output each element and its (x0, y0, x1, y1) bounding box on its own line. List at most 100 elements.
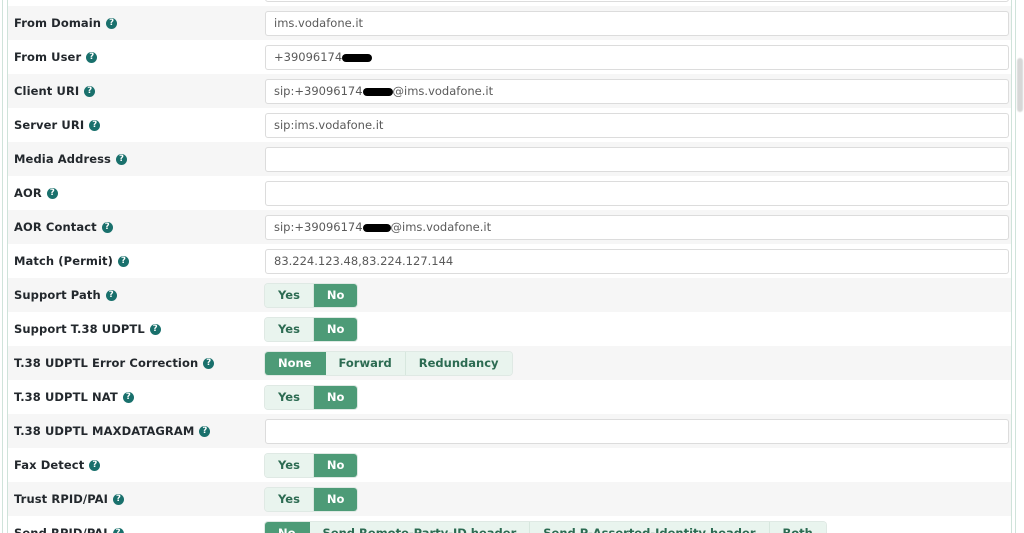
redaction-mark (362, 224, 391, 232)
field-label-t-38-udptl-maxdatagram: T.38 UDPTL MAXDATAGRAM? (8, 424, 265, 438)
field-label-server-uri: Server URI? (8, 118, 265, 132)
input-value-prefix: sip:+39096174 (274, 84, 363, 98)
field-control-fax-detect: Yes No (265, 453, 1011, 477)
form-row-from-user: From User? +39096174 (8, 40, 1011, 74)
field-label-t-38-udptl-nat: T.38 UDPTL NAT? (8, 390, 265, 404)
text-input-blank[interactable] (265, 0, 1009, 2)
field-control-t-38-udptl-error-correction: None Forward Redundancy (265, 351, 1011, 375)
option-yes-fax-detect[interactable]: Yes (265, 453, 314, 477)
vertical-scrollbar[interactable] (1016, 0, 1024, 533)
field-label-text: From Domain (14, 16, 102, 30)
field-label-text: Trust RPID/PAI (14, 492, 109, 506)
field-label-aor: AOR? (8, 186, 265, 200)
text-input-aor-contact[interactable]: sip:+39096174 @ims.vodafone.it (265, 214, 1009, 240)
field-control-t-38-udptl-nat: Yes No (265, 385, 1011, 409)
form-row-send-rpid-pai: Send RPID/PAI? No Send Remote-Party-ID hea… (8, 516, 1011, 533)
option-yes-support-path[interactable]: Yes (265, 283, 314, 307)
option-no-trust-rpid-pai[interactable]: No (313, 487, 358, 511)
input-value-suffix: @ims.vodafone.it (392, 84, 494, 98)
field-label-from-domain: From Domain? (8, 16, 265, 30)
text-input-from-domain[interactable]: ims.vodafone.it (265, 10, 1009, 36)
help-icon[interactable]: ? (199, 425, 211, 437)
help-icon[interactable]: ? (117, 255, 129, 267)
help-icon[interactable]: ? (106, 17, 118, 29)
scrollbar-thumb[interactable] (1017, 58, 1023, 112)
input-value-suffix: @ims.vodafone.it (390, 220, 492, 234)
form-row-t-38-udptl-error-correction: T.38 UDPTL Error Correction? None Forward R… (8, 346, 1011, 380)
field-control-aor (265, 180, 1011, 206)
field-control-support-path: Yes No (265, 283, 1011, 307)
text-input-media-address[interactable] (265, 146, 1009, 172)
option-both-send-rpid-pai[interactable]: Both (769, 521, 826, 533)
button-group-fax-detect: Yes No (265, 453, 358, 477)
text-input-t-38-udptl-maxdatagram[interactable] (265, 418, 1009, 444)
field-control-match-permit: 83.224.123.48,83.224.127.144 (265, 248, 1011, 274)
field-label-t-38-udptl-error-correction: T.38 UDPTL Error Correction? (8, 356, 265, 370)
help-icon[interactable]: ? (105, 289, 117, 301)
option-send-p-asserted-identity-header-send-rpid-pai[interactable]: Send P-Asserted-Identity header (530, 521, 770, 533)
input-value: 83.224.123.48,83.224.127.144 (274, 254, 454, 268)
help-icon[interactable]: ? (84, 85, 96, 97)
option-yes-support-t-38-udptl[interactable]: Yes (265, 317, 314, 341)
form-row-aor-contact: AOR Contact? sip:+39096174 @ims.vodafone.i… (8, 210, 1011, 244)
help-icon[interactable]: ? (113, 493, 125, 505)
help-icon[interactable]: ? (89, 119, 101, 131)
form-row-support-path: Support Path? Yes No (8, 278, 1011, 312)
option-no-fax-detect[interactable]: No (313, 453, 358, 477)
option-forward-t-38-udptl-error-correction[interactable]: Forward (325, 351, 406, 375)
help-icon[interactable]: ? (122, 391, 134, 403)
help-icon[interactable]: ? (116, 153, 128, 165)
help-icon[interactable]: ? (89, 459, 101, 471)
right-frame-rule-inner (1011, 0, 1012, 533)
field-control-from-domain: ims.vodafone.it (265, 10, 1011, 36)
text-input-aor[interactable] (265, 180, 1009, 206)
help-icon[interactable]: ? (203, 357, 215, 369)
field-control-from-user: +39096174 (265, 44, 1011, 70)
option-no-t-38-udptl-nat[interactable]: No (313, 385, 358, 409)
help-icon[interactable]: ? (101, 221, 113, 233)
field-label-text: Media Address (14, 152, 112, 166)
field-label-support-path: Support Path? (8, 288, 265, 302)
help-icon[interactable]: ? (46, 187, 58, 199)
field-label-text: Match (Permit) (14, 254, 113, 268)
input-value: ims.vodafone.it (274, 16, 364, 30)
settings-form-panel: From Domain? ims.vodafone.it From User? +39… (8, 0, 1011, 533)
field-control-support-t-38-udptl: Yes No (265, 317, 1011, 341)
field-control-send-rpid-pai: No Send Remote-Party-ID header Send P-Asse… (265, 521, 1011, 533)
form-row-fax-detect: Fax Detect? Yes No (8, 448, 1011, 482)
text-input-server-uri[interactable]: sip:ims.vodafone.it (265, 112, 1009, 138)
option-redundancy-t-38-udptl-error-correction[interactable]: Redundancy (405, 351, 512, 375)
option-no-support-t-38-udptl[interactable]: No (313, 317, 358, 341)
form-row-media-address: Media Address? (8, 142, 1011, 176)
field-label-match-permit: Match (Permit)? (8, 254, 265, 268)
left-frame-rule-outer (2, 0, 3, 533)
text-input-match-permit[interactable]: 83.224.123.48,83.224.127.144 (265, 248, 1009, 274)
option-yes-t-38-udptl-nat[interactable]: Yes (265, 385, 314, 409)
help-icon[interactable]: ? (86, 51, 98, 63)
option-no-send-rpid-pai[interactable]: No (265, 521, 310, 533)
field-label-text: T.38 UDPTL MAXDATAGRAM (14, 424, 195, 438)
field-label-text: AOR (14, 186, 42, 200)
field-label-text: Client URI (14, 84, 80, 98)
text-input-client-uri[interactable]: sip:+39096174 @ims.vodafone.it (265, 78, 1009, 104)
field-control-aor-contact: sip:+39096174 @ims.vodafone.it (265, 214, 1011, 240)
text-input-from-user[interactable]: +39096174 (265, 44, 1009, 70)
field-control-media-address (265, 146, 1011, 172)
field-label-send-rpid-pai: Send RPID/PAI? (8, 526, 265, 533)
field-label-from-user: From User? (8, 50, 265, 64)
field-control-t-38-udptl-maxdatagram (265, 418, 1011, 444)
option-none-t-38-udptl-error-correction[interactable]: None (265, 351, 326, 375)
option-send-remote-party-id-header-send-rpid-pai[interactable]: Send Remote-Party-ID header (309, 521, 531, 533)
field-label-media-address: Media Address? (8, 152, 265, 166)
button-group-support-path: Yes No (265, 283, 358, 307)
field-label-text: Fax Detect (14, 458, 85, 472)
help-icon[interactable]: ? (112, 527, 124, 533)
field-label-text: T.38 UDPTL NAT (14, 390, 118, 404)
option-yes-trust-rpid-pai[interactable]: Yes (265, 487, 314, 511)
form-row-t-38-udptl-maxdatagram: T.38 UDPTL MAXDATAGRAM? (8, 414, 1011, 448)
field-label-fax-detect: Fax Detect? (8, 458, 265, 472)
help-icon[interactable]: ? (149, 323, 161, 335)
option-no-support-path[interactable]: No (313, 283, 358, 307)
form-row-trust-rpid-pai: Trust RPID/PAI? Yes No (8, 482, 1011, 516)
redaction-mark (342, 54, 373, 62)
